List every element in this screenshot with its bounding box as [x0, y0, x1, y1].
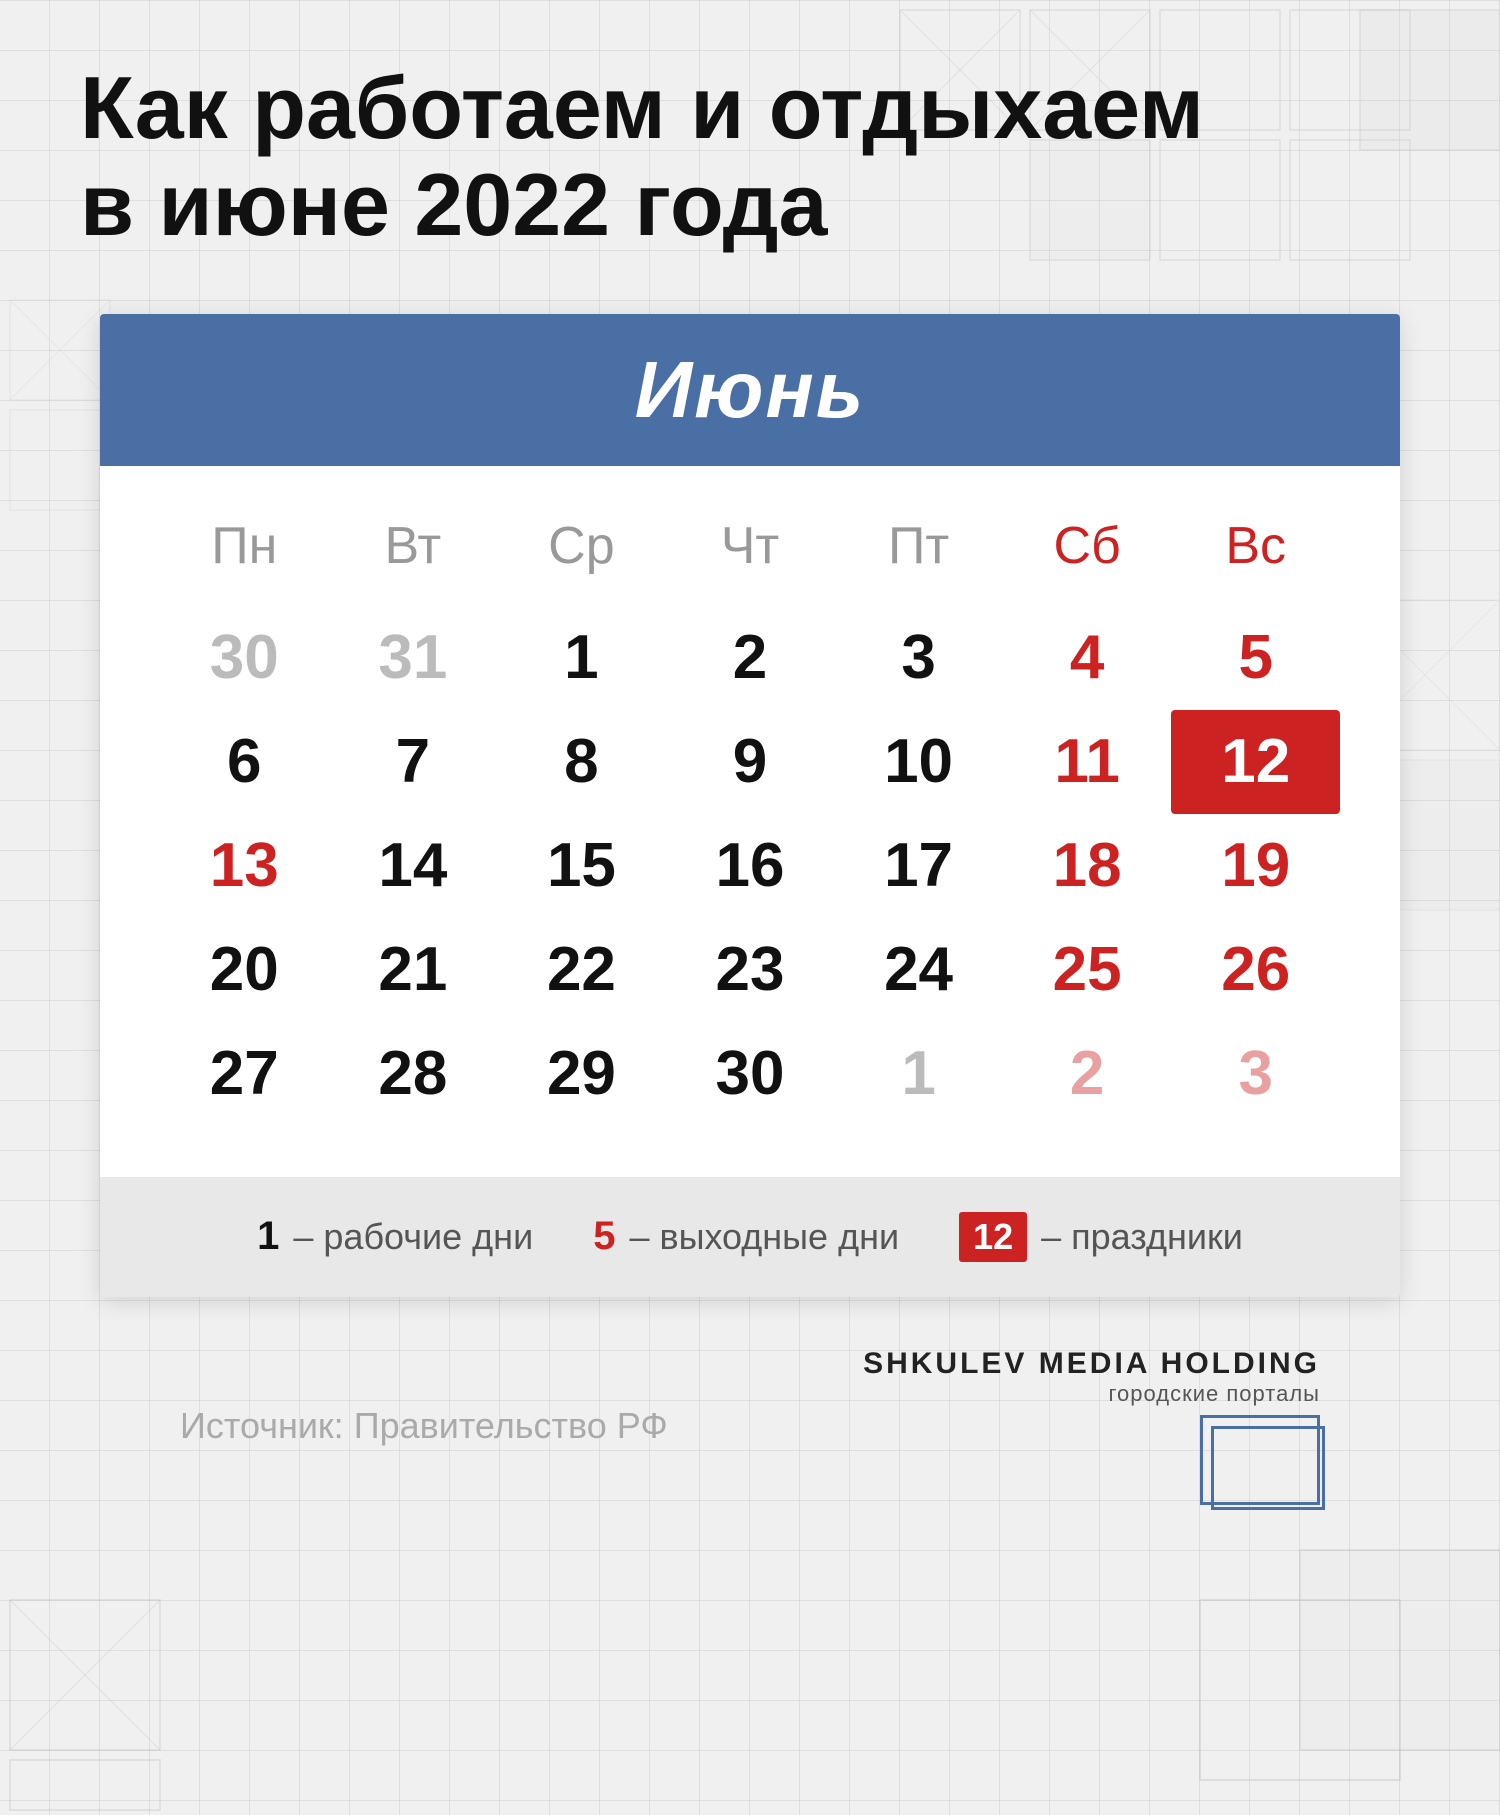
- source-text: Источник: Правительство РФ: [180, 1405, 668, 1447]
- day-cell: 17: [834, 814, 1003, 918]
- day-cell: 14: [329, 814, 498, 918]
- day-cell: 7: [329, 710, 498, 814]
- day-cell: 30: [666, 1022, 835, 1126]
- day-cell: 27: [160, 1022, 329, 1126]
- day-cell: 23: [666, 918, 835, 1022]
- day-cell: 3: [1171, 1022, 1340, 1126]
- brand-area: SHKULEV MEDIA HOLDING городские порталы: [863, 1347, 1320, 1505]
- brand-box-icon: [1200, 1415, 1320, 1505]
- calendar-month-title: Июнь: [120, 344, 1380, 436]
- day-cell: 29: [497, 1022, 666, 1126]
- day-cell: 25: [1003, 918, 1172, 1022]
- day-header-Пт: Пт: [834, 496, 1003, 606]
- day-cell: 15: [497, 814, 666, 918]
- day-cell: 18: [1003, 814, 1172, 918]
- legend-item-workday: 1 – рабочие дни: [257, 1214, 533, 1259]
- legend-workday-num: 1: [257, 1214, 279, 1259]
- day-cell: 24: [834, 918, 1003, 1022]
- day-cell: 1: [834, 1022, 1003, 1126]
- day-cell: 1: [497, 606, 666, 710]
- calendar: Июнь ПнВтСрЧтПтСбВс303112345678910111213…: [100, 314, 1400, 1297]
- legend-holiday-text: – праздники: [1041, 1216, 1243, 1258]
- legend-workday-text: – рабочие дни: [293, 1216, 533, 1258]
- legend-item-holiday: 12 – праздники: [959, 1212, 1243, 1262]
- brand-name: SHKULEV MEDIA HOLDING: [863, 1347, 1320, 1381]
- day-cell: 4: [1003, 606, 1172, 710]
- day-cell: 8: [497, 710, 666, 814]
- day-cell: 31: [329, 606, 498, 710]
- day-header-Ср: Ср: [497, 496, 666, 606]
- legend-item-weekend: 5 – выходные дни: [593, 1214, 899, 1259]
- legend-area: 1 – рабочие дни 5 – выходные дни 12 – пр…: [100, 1177, 1400, 1297]
- day-cell: 28: [329, 1022, 498, 1126]
- footer: Источник: Правительство РФ SHKULEV MEDIA…: [80, 1297, 1420, 1545]
- page-content: Как работаем и отдыхаем в июне 2022 года…: [0, 0, 1500, 1585]
- calendar-grid: ПнВтСрЧтПтСбВс30311234567891011121314151…: [160, 496, 1340, 1127]
- brand-subtitle: городские порталы: [1109, 1381, 1320, 1407]
- legend-holiday-badge: 12: [959, 1212, 1027, 1262]
- day-cell: 2: [1003, 1022, 1172, 1126]
- day-cell: 13: [160, 814, 329, 918]
- day-cell: 3: [834, 606, 1003, 710]
- day-cell: 12: [1171, 710, 1340, 814]
- day-cell: 21: [329, 918, 498, 1022]
- day-header-Вс: Вс: [1171, 496, 1340, 606]
- legend-weekend-text: – выходные дни: [629, 1216, 899, 1258]
- legend-weekend-num: 5: [593, 1214, 615, 1259]
- day-cell: 9: [666, 710, 835, 814]
- day-cell: 22: [497, 918, 666, 1022]
- calendar-header: Июнь: [100, 314, 1400, 466]
- day-header-Вт: Вт: [329, 496, 498, 606]
- page-title: Как работаем и отдыхаем в июне 2022 года: [80, 60, 1420, 254]
- day-cell: 2: [666, 606, 835, 710]
- day-cell: 20: [160, 918, 329, 1022]
- day-cell: 5: [1171, 606, 1340, 710]
- day-header-Чт: Чт: [666, 496, 835, 606]
- day-cell: 30: [160, 606, 329, 710]
- calendar-body: ПнВтСрЧтПтСбВс30311234567891011121314151…: [100, 466, 1400, 1177]
- day-cell: 16: [666, 814, 835, 918]
- day-cell: 26: [1171, 918, 1340, 1022]
- day-cell: 19: [1171, 814, 1340, 918]
- day-header-Пн: Пн: [160, 496, 329, 606]
- day-cell: 10: [834, 710, 1003, 814]
- day-cell: 6: [160, 710, 329, 814]
- day-header-Сб: Сб: [1003, 496, 1172, 606]
- day-cell: 11: [1003, 710, 1172, 814]
